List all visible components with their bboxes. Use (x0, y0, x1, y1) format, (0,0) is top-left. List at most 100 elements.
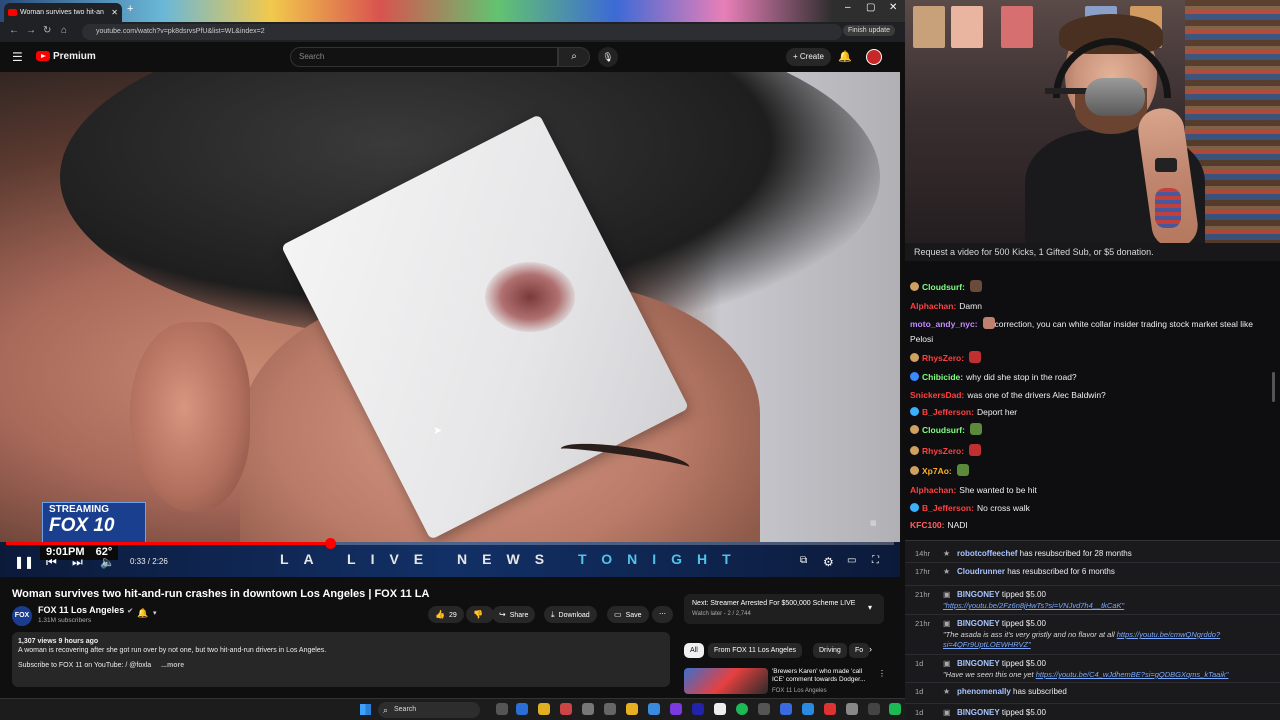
chat-username[interactable]: KFC100: (910, 520, 944, 530)
finish-update-button[interactable]: Finish update (842, 25, 895, 36)
chat-username[interactable]: B_Jefferson: (922, 407, 974, 417)
recommendation-thumbnail[interactable] (684, 668, 768, 694)
minimize-icon[interactable]: – (845, 2, 851, 13)
search-icon[interactable]: ⌕ (558, 47, 590, 67)
home-icon[interactable]: ⌂ (61, 25, 67, 36)
chat-username[interactable]: B_Jefferson: (922, 503, 974, 513)
file-explorer-icon[interactable] (626, 703, 638, 715)
close-tab-icon[interactable]: ✕ (111, 3, 118, 22)
theater-mode-icon[interactable]: ▭ (847, 555, 856, 566)
chat-username[interactable]: Chibicide: (922, 372, 963, 382)
channel-avatar[interactable]: FOX 11 (12, 606, 32, 639)
app-icon-4[interactable] (648, 703, 660, 715)
back-icon[interactable]: ← (9, 25, 19, 36)
chip-more[interactable]: Fo (849, 643, 870, 658)
create-button[interactable]: + Create (786, 48, 831, 66)
forward-icon[interactable]: → (26, 25, 36, 36)
close-window-icon[interactable]: ✕ (889, 2, 897, 13)
chat-username[interactable]: Cloudsurf: (922, 282, 965, 292)
previous-icon[interactable]: ⏮ (46, 555, 57, 570)
chat-username[interactable]: moto_andy_nyc: (910, 319, 978, 329)
app-icon-12[interactable] (846, 703, 858, 715)
app-icon-2[interactable] (582, 703, 594, 715)
windows-start-icon[interactable] (360, 704, 371, 715)
recommendation-channel[interactable]: FOX 11 Los Angeles (772, 688, 827, 694)
edge-icon[interactable] (516, 703, 528, 715)
recommendation-title[interactable]: 'Brewers Karen' who made 'call ICE' comm… (772, 668, 872, 684)
app-icon-10[interactable] (802, 703, 814, 715)
dislike-button[interactable]: 👎 (466, 606, 494, 623)
app-icon-11[interactable] (824, 703, 836, 715)
show-more-link[interactable]: ...more (161, 662, 184, 669)
video-player[interactable]: ➤ STREAMING FOX 10 LA LIVE NEWS TONIGHT … (0, 72, 900, 577)
feed-username[interactable]: robotcoffeechef (957, 549, 1017, 558)
youtube-logo-icon[interactable] (36, 51, 50, 61)
feed-username[interactable]: BINGONEY (957, 659, 1000, 668)
app-icon-9[interactable] (780, 703, 792, 715)
youtube-handle-link[interactable]: / @foxla (125, 662, 151, 669)
app-icon-13[interactable] (868, 703, 880, 715)
chevron-down-icon[interactable]: ▾ (153, 609, 157, 617)
spotify-icon[interactable] (736, 703, 748, 715)
kebab-menu-icon[interactable]: ⋮ (878, 669, 886, 678)
subscribed-bell-icon[interactable]: 🔔 (137, 608, 148, 619)
channel-name[interactable]: FOX 11 Los Angeles ✔ (38, 605, 133, 615)
playlist-next-panel[interactable]: Next: Streamer Arrested For $500,000 Sch… (684, 594, 884, 624)
app-icon-6[interactable] (692, 703, 704, 715)
next-icon[interactable]: ⏭ (72, 555, 83, 570)
browser-tab[interactable]: Woman survives two hit-an ✕ (4, 3, 122, 22)
new-tab-icon[interactable]: + (127, 3, 133, 15)
tip-message-link-continued[interactable]: si=4QFr9UptLOEWHRVZ" (943, 640, 1273, 649)
app-icon-1[interactable] (560, 703, 572, 715)
fullscreen-icon[interactable]: ⛶ (872, 555, 879, 566)
tip-message-link[interactable]: https://youtu.be/cmwQNgrddo? (1117, 630, 1220, 639)
progress-bar[interactable] (6, 538, 894, 549)
chat-username[interactable]: Alphachan: (910, 301, 956, 311)
chat-username[interactable]: Xp7Ao: (922, 466, 952, 476)
url-field[interactable]: youtube.com/watch?v=pk8dsrvsPfU&list=WL&… (82, 24, 842, 40)
feed-username[interactable]: Cloudrunner (957, 567, 1005, 576)
chat-username[interactable]: Alphachan: (910, 485, 956, 495)
chat-scrollbar[interactable] (1272, 372, 1275, 402)
chat-username[interactable]: Cloudsurf: (922, 425, 965, 435)
search-input[interactable]: Search (290, 47, 558, 67)
app-icon-7[interactable] (714, 703, 726, 715)
pause-icon[interactable]: ❚❚ (14, 555, 34, 569)
feed-username[interactable]: BINGONEY (957, 590, 1000, 599)
settings-gear-icon[interactable]: ⚙ (823, 555, 834, 569)
chip-driving[interactable]: Driving (813, 643, 847, 658)
download-button[interactable]: ⤓ Download (544, 606, 597, 623)
app-icon-3[interactable] (604, 703, 616, 715)
app-icon-5[interactable] (670, 703, 682, 715)
chrome-icon[interactable] (538, 703, 550, 715)
chat-username[interactable]: RhysZero: (922, 446, 964, 456)
more-actions-button[interactable]: ⋯ (652, 606, 673, 623)
chip-from-channel[interactable]: From FOX 11 Los Angeles (708, 643, 802, 658)
progress-scrubber[interactable] (325, 538, 336, 549)
menu-icon[interactable]: ☰ (12, 50, 23, 64)
like-button[interactable]: 👍 29 (428, 606, 464, 623)
chevron-right-icon[interactable]: › (869, 644, 872, 654)
chat-username[interactable]: SnickersDad: (910, 390, 964, 400)
volume-icon[interactable]: 🔈 (100, 555, 115, 569)
feed-username[interactable]: BINGONEY (957, 708, 1000, 717)
app-icon-8[interactable] (758, 703, 770, 715)
notifications-bell-icon[interactable]: 🔔 (838, 50, 852, 63)
captions-icon[interactable]: ⧉ (800, 555, 807, 566)
app-icon-14[interactable] (889, 703, 901, 715)
task-view-icon[interactable] (496, 703, 508, 715)
tip-message-link[interactable]: https://youtu.be/C4_wJdhemBE?si=gQDBGXqm… (1036, 670, 1229, 679)
feed-username[interactable]: phenomenally (957, 687, 1011, 696)
taskbar-search[interactable]: Search (378, 702, 480, 718)
brand-label[interactable]: Premium (53, 51, 96, 62)
share-button[interactable]: ↪ Share (492, 606, 536, 623)
account-avatar[interactable] (866, 49, 882, 65)
microphone-icon[interactable]: 🎙 (598, 47, 618, 67)
chip-all[interactable]: All (684, 643, 704, 658)
reload-icon[interactable]: ↻ (43, 25, 51, 36)
chevron-down-icon[interactable]: ▾ (868, 603, 872, 612)
save-button[interactable]: ▭ Save (607, 606, 649, 623)
maximize-icon[interactable]: ▢ (866, 2, 875, 13)
feed-username[interactable]: BINGONEY (957, 619, 1000, 628)
description-box[interactable]: 1,307 views 9 hours ago A woman is recov… (12, 632, 670, 687)
